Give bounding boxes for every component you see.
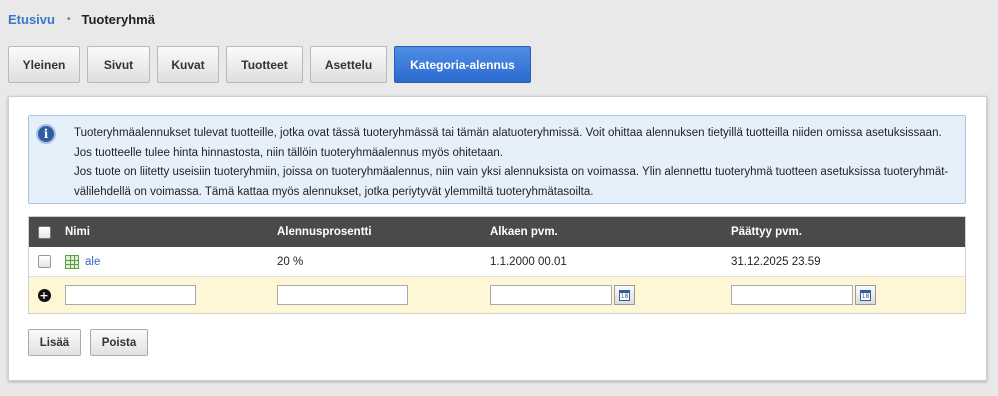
row-start-date: 1.1.2000 00.01 — [490, 255, 567, 268]
tab-kategoria-alennus[interactable]: Kategoria-alennus — [394, 46, 531, 83]
column-header-percent: Alennusprosentti — [277, 226, 372, 238]
add-button[interactable]: Lisää — [28, 329, 81, 356]
info-box: i Tuoteryhmäalennukset tulevat tuotteill… — [28, 115, 966, 204]
table-header: Nimi Alennusprosentti Alkaen pvm. Päätty… — [29, 217, 965, 247]
breadcrumb-home-link[interactable]: Etusivu — [8, 12, 55, 27]
new-row: + 18 18 — [29, 277, 965, 313]
new-name-input[interactable] — [65, 285, 196, 305]
table-row: ale 20 % 1.1.2000 00.01 31.12.2025 23.59 — [29, 247, 965, 277]
row-checkbox[interactable] — [37, 255, 51, 268]
tab-yleinen[interactable]: Yleinen — [8, 46, 80, 83]
new-end-date-input[interactable] — [731, 285, 853, 305]
breadcrumb: Etusivu • Tuoteryhmä — [8, 12, 155, 27]
info-icon: i — [36, 124, 56, 144]
start-date-calendar-button[interactable]: 18 — [614, 285, 635, 305]
discount-table: Nimi Alennusprosentti Alkaen pvm. Päätty… — [28, 216, 966, 314]
column-header-start: Alkaen pvm. — [490, 226, 558, 238]
category-grid-icon — [65, 254, 79, 269]
row-name-cell: ale — [65, 247, 100, 276]
new-percent-input[interactable] — [277, 285, 408, 305]
column-header-end: Päättyy pvm. — [731, 226, 802, 238]
tab-bar: Yleinen Sivut Kuvat Tuotteet Asettelu Ka… — [8, 46, 538, 83]
calendar-icon: 18 — [619, 289, 630, 301]
new-start-date-input[interactable] — [490, 285, 612, 305]
delete-button[interactable]: Poista — [90, 329, 148, 356]
column-header-name: Nimi — [65, 226, 90, 238]
info-text: Tuoteryhmäalennukset tulevat tuotteille,… — [74, 124, 954, 202]
end-date-calendar-button[interactable]: 18 — [855, 285, 876, 305]
calendar-icon: 18 — [860, 289, 871, 301]
row-percent: 20 % — [277, 255, 304, 268]
info-paragraph-1: Tuoteryhmäalennukset tulevat tuotteille,… — [74, 127, 942, 159]
select-all-checkbox[interactable] — [37, 225, 51, 239]
info-paragraph-2: Jos tuote on liitetty useisiin tuoteryhm… — [74, 166, 949, 198]
tab-asettelu[interactable]: Asettelu — [310, 46, 387, 83]
row-end-date: 31.12.2025 23.59 — [731, 255, 821, 268]
add-row-icon[interactable]: + — [37, 288, 51, 302]
tab-tuotteet[interactable]: Tuotteet — [226, 46, 303, 83]
content-panel: i Tuoteryhmäalennukset tulevat tuotteill… — [8, 96, 987, 381]
breadcrumb-current: Tuoteryhmä — [81, 12, 155, 27]
row-name-link[interactable]: ale — [85, 256, 100, 268]
tab-kuvat[interactable]: Kuvat — [157, 46, 219, 83]
breadcrumb-separator: • — [66, 14, 71, 25]
tab-sivut[interactable]: Sivut — [87, 46, 150, 83]
